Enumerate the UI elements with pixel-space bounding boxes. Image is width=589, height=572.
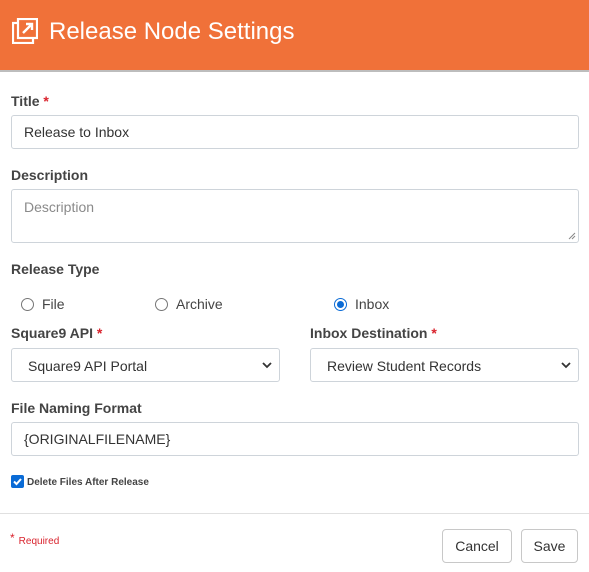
required-mark: * (431, 325, 437, 341)
inbox-destination-label: Inbox Destination * (310, 325, 437, 341)
release-type-label: Release Type (11, 261, 100, 277)
file-naming-value: {ORIGINALFILENAME} (24, 431, 171, 447)
title-input-value: Release to Inbox (24, 124, 130, 140)
file-naming-input[interactable]: {ORIGINALFILENAME} (11, 422, 579, 456)
radio-archive-circle[interactable] (155, 297, 168, 311)
title-input[interactable]: Release to Inbox (11, 115, 579, 149)
square9-api-select[interactable]: Square9 API Portal (11, 348, 280, 382)
chevron-down-icon (262, 362, 272, 369)
dialog-header: Release Node Settings (0, 0, 589, 72)
delete-files-checkbox[interactable] (11, 475, 24, 488)
required-note: * Required (10, 531, 60, 547)
inbox-destination-value: Review Student Records (327, 358, 482, 374)
radio-inbox-label: Inbox (355, 296, 390, 312)
title-label-text: Title (11, 93, 40, 109)
delete-files-label[interactable]: Delete Files After Release (27, 477, 149, 488)
resize-handle-icon[interactable] (568, 232, 576, 240)
required-mark: * (96, 325, 103, 341)
description-placeholder: Description (24, 199, 95, 215)
file-naming-label: File Naming Format (11, 400, 142, 416)
title-label: Title * (11, 93, 49, 109)
radio-archive-label: Archive (176, 296, 223, 312)
description-textarea[interactable]: Description (11, 189, 579, 243)
radio-file-label: File (42, 296, 65, 312)
required-note-text: Required (18, 536, 60, 547)
radio-archive[interactable]: Archive (155, 295, 223, 313)
footer-divider (0, 513, 589, 514)
required-star: * (10, 531, 15, 545)
square9-api-label-text: Square9 API (11, 325, 93, 341)
chevron-down-icon (561, 362, 571, 369)
radio-file-circle[interactable] (21, 297, 34, 311)
cancel-button[interactable]: Cancel (442, 529, 512, 563)
inbox-destination-select[interactable]: Review Student Records (310, 348, 579, 382)
checkmark-icon (13, 478, 22, 486)
description-label: Description (11, 167, 89, 183)
radio-inbox[interactable]: Inbox (334, 295, 389, 313)
save-button[interactable]: Save (521, 529, 578, 563)
radio-file[interactable]: File (21, 295, 65, 313)
required-mark: * (43, 93, 49, 109)
dialog-title: Release Node Settings (49, 18, 295, 45)
radio-inbox-circle[interactable] (334, 297, 347, 311)
square9-api-label: Square9 API * (11, 325, 102, 341)
external-link-icon (12, 18, 38, 44)
square9-api-value: Square9 API Portal (28, 358, 148, 374)
inbox-destination-label-text: Inbox Destination (310, 325, 428, 341)
